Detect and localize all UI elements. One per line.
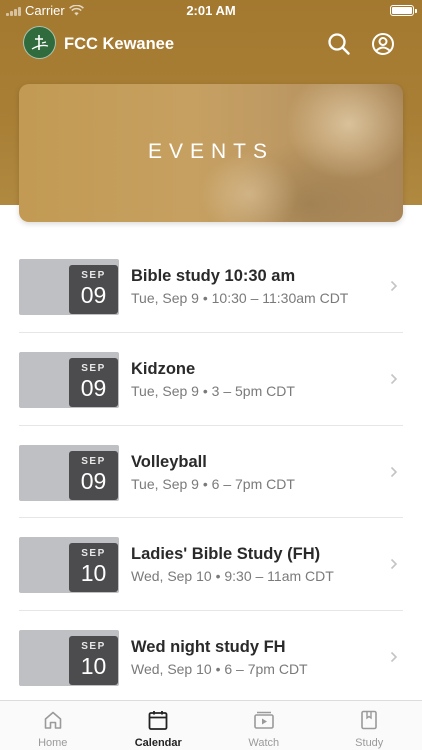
event-subtitle: Tue, Sep 9 • 6 – 7pm CDT <box>131 475 295 492</box>
search-icon[interactable] <box>327 32 351 56</box>
event-day: 09 <box>80 467 107 494</box>
chevron-right-icon <box>390 651 398 663</box>
tab-label: Watch <box>248 737 280 749</box>
status-bar: Carrier 2:01 AM <box>0 0 422 22</box>
tab-calendar[interactable]: Calendar <box>106 701 212 750</box>
event-month: SEP <box>81 270 106 281</box>
event-subtitle: Tue, Sep 9 • 3 – 5pm CDT <box>131 382 295 399</box>
event-date-badge: SEP 09 <box>69 357 118 407</box>
tab-label: Calendar <box>134 737 182 749</box>
chevron-right-icon <box>390 280 398 292</box>
event-title: Volleyball <box>131 452 207 471</box>
event-title: Ladies' Bible Study (FH) <box>131 545 321 564</box>
tab-label: Study <box>355 737 384 749</box>
event-subtitle: Wed, Sep 10 • 6 – 7pm CDT <box>131 661 308 677</box>
app-header: FCC Kewanee <box>0 26 422 62</box>
event-list: SEP 09 Bible study 10:30 am Tue, Sep 9 •… <box>0 240 422 704</box>
battery-icon <box>390 5 417 16</box>
event-day: 09 <box>80 282 107 308</box>
event-date-badge: SEP 10 <box>69 543 118 593</box>
event-month: SEP <box>81 548 106 560</box>
event-row[interactable]: SEP 10 Ladies' Bible Study (FH) Wed, Sep… <box>0 518 422 611</box>
app-title: FCC Kewanee <box>64 35 175 53</box>
event-date-badge: SEP 09 <box>69 265 118 314</box>
event-title: Wed night study FH <box>131 638 286 656</box>
event-date-badge: SEP 10 <box>69 636 118 685</box>
profile-icon[interactable] <box>371 32 395 56</box>
chevron-right-icon <box>390 559 398 570</box>
tab-home[interactable]: Home <box>0 701 106 750</box>
tab-bar: Home Calendar Watch Study <box>0 700 422 750</box>
event-month: SEP <box>81 641 106 652</box>
events-banner: EVENTS <box>19 84 403 222</box>
status-time: 2:01 AM <box>186 3 236 18</box>
tab-study[interactable]: Study <box>317 701 422 750</box>
tab-watch[interactable]: Watch <box>211 701 317 750</box>
event-month: SEP <box>81 362 106 374</box>
event-subtitle: Tue, Sep 9 • 10:30 – 11:30am CDT <box>131 290 349 306</box>
event-title: Kidzone <box>131 359 196 378</box>
event-date-badge: SEP 09 <box>69 450 118 500</box>
home-icon <box>44 711 62 729</box>
chevron-right-icon <box>390 466 398 477</box>
event-row[interactable]: SEP 09 Bible study 10:30 am Tue, Sep 9 •… <box>0 240 422 333</box>
calendar-icon <box>148 711 168 730</box>
event-row[interactable]: SEP 09 Kidzone Tue, Sep 9 • 3 – 5pm CDT <box>0 333 422 426</box>
banner-title: EVENTS <box>147 140 275 163</box>
event-row[interactable]: SEP 09 Volleyball Tue, Sep 9 • 6 – 7pm C… <box>0 426 422 519</box>
event-row[interactable]: SEP 10 Wed night study FH Wed, Sep 10 • … <box>0 611 422 704</box>
watch-icon <box>253 711 274 729</box>
chevron-right-icon <box>390 373 398 384</box>
church-logo-icon <box>23 26 56 59</box>
event-subtitle: Wed, Sep 10 • 9:30 – 11am CDT <box>131 568 334 585</box>
event-day: 09 <box>80 374 107 401</box>
study-icon <box>361 710 378 730</box>
event-day: 10 <box>80 653 107 679</box>
event-day: 10 <box>80 560 107 587</box>
tab-label: Home <box>38 737 68 749</box>
event-title: Bible study 10:30 am <box>131 267 296 285</box>
event-month: SEP <box>81 455 106 467</box>
